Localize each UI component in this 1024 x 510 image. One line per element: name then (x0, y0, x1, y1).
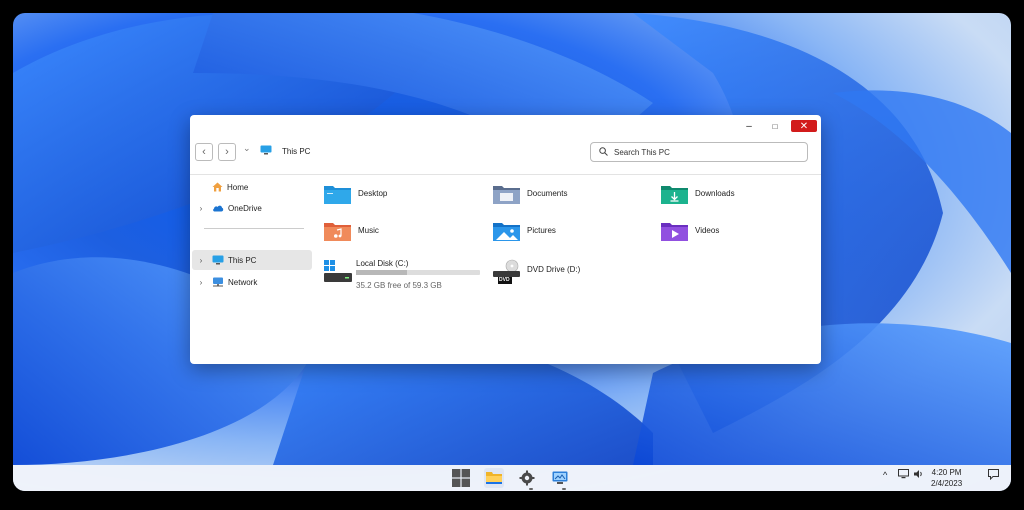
hard-drive-icon (323, 259, 353, 288)
maximize-button[interactable]: □ (762, 120, 788, 132)
drive-free-space: 35.2 GB free of 59.3 GB (356, 281, 442, 290)
taskbar-settings[interactable] (517, 468, 537, 488)
sidebar-item-network[interactable]: › Network (192, 272, 312, 292)
home-icon (212, 182, 223, 192)
drive-label: DVD Drive (D:) (527, 265, 581, 274)
dvd-drive-icon: DVD (492, 259, 521, 285)
folder-downloads[interactable]: Downloads (660, 183, 735, 207)
folder-documents[interactable]: Documents (492, 183, 567, 207)
search-icon (599, 146, 608, 158)
breadcrumb-label: This PC (282, 146, 311, 156)
folder-label: Desktop (358, 189, 388, 198)
search-box[interactable]: Search This PC (590, 142, 808, 162)
network-tray-icon[interactable] (898, 469, 909, 481)
folder-videos[interactable]: Videos (660, 220, 719, 244)
sidebar-item-label: OneDrive (228, 203, 262, 213)
folder-desktop[interactable]: Desktop (323, 183, 387, 207)
sidebar-item-this-pc[interactable]: › This PC (192, 250, 312, 270)
back-button[interactable]: ‹ (195, 143, 213, 161)
folder-label: Videos (695, 226, 720, 235)
sidebar-item-label: Home (227, 182, 249, 192)
taskbar-control-panel[interactable] (550, 468, 570, 488)
sidebar-item-home[interactable]: Home (192, 177, 312, 197)
minimize-button[interactable]: – (736, 120, 762, 132)
pictures-folder-icon (492, 220, 521, 244)
downloads-folder-icon (660, 183, 689, 207)
onedrive-icon (212, 204, 224, 212)
chevron-right-icon[interactable]: › (196, 204, 206, 213)
disk-usage-bar (356, 270, 480, 275)
running-indicator (529, 488, 533, 490)
windows-logo-icon (452, 469, 470, 487)
running-indicator (562, 488, 566, 490)
drive-dvd-d[interactable]: DVD DVD Drive (D:) (492, 259, 580, 285)
folder-label: Documents (527, 189, 568, 198)
music-folder-icon (323, 220, 352, 244)
folder-music[interactable]: Music (323, 220, 379, 244)
sidebar-divider (204, 228, 304, 229)
folder-label: Pictures (527, 226, 556, 235)
taskbar-file-explorer[interactable] (484, 468, 504, 488)
title-bar[interactable]: – □ ✕ (190, 115, 821, 137)
start-button[interactable] (451, 468, 471, 488)
chevron-right-icon[interactable]: › (196, 256, 206, 265)
file-explorer-icon (486, 472, 502, 484)
folder-label: Downloads (695, 189, 735, 198)
monitor-icon (212, 255, 224, 265)
documents-folder-icon (492, 183, 521, 207)
navigation-pane: Home › OneDrive › This PC › Network (190, 175, 314, 364)
sidebar-item-onedrive[interactable]: › OneDrive (192, 198, 312, 218)
disk-usage-fill (356, 270, 407, 275)
clock[interactable]: 4:20 PM 2/4/2023 (931, 467, 962, 489)
folder-pictures[interactable]: Pictures (492, 220, 556, 244)
folder-label: Music (358, 226, 379, 235)
clock-date: 2/4/2023 (931, 479, 963, 488)
sidebar-item-label: This PC (228, 255, 257, 265)
recent-locations-button[interactable]: ⌄ (243, 143, 251, 154)
network-icon (212, 277, 224, 287)
drive-local-disk-c[interactable]: Local Disk (C:) 35.2 GB free of 59.3 GB (323, 259, 483, 291)
dvd-badge: DVD (499, 277, 510, 283)
breadcrumb[interactable]: This PC (260, 145, 310, 157)
clock-time: 4:20 PM (931, 468, 962, 477)
monitor-icon (260, 145, 272, 157)
chevron-right-icon[interactable]: › (196, 278, 206, 287)
gear-icon (519, 470, 535, 486)
desktop-folder-icon (323, 183, 352, 207)
forward-button[interactable]: › (218, 143, 236, 161)
volume-icon[interactable] (913, 469, 924, 481)
sidebar-item-label: Network (228, 277, 258, 287)
notification-icon[interactable] (988, 469, 999, 482)
search-placeholder: Search This PC (614, 147, 670, 157)
file-explorer-window: – □ ✕ ‹ › ⌄ This PC Search This PC Home … (190, 115, 821, 364)
control-panel-icon (552, 471, 568, 484)
desktop: – □ ✕ ‹ › ⌄ This PC Search This PC Home … (13, 13, 1011, 491)
drive-label: Local Disk (C:) (356, 259, 409, 268)
show-hidden-icons-button[interactable]: ^ (883, 470, 887, 480)
close-button[interactable]: ✕ (791, 120, 817, 132)
taskbar: ^ 4:20 PM 2/4/2023 (13, 465, 1011, 491)
videos-folder-icon (660, 220, 689, 244)
